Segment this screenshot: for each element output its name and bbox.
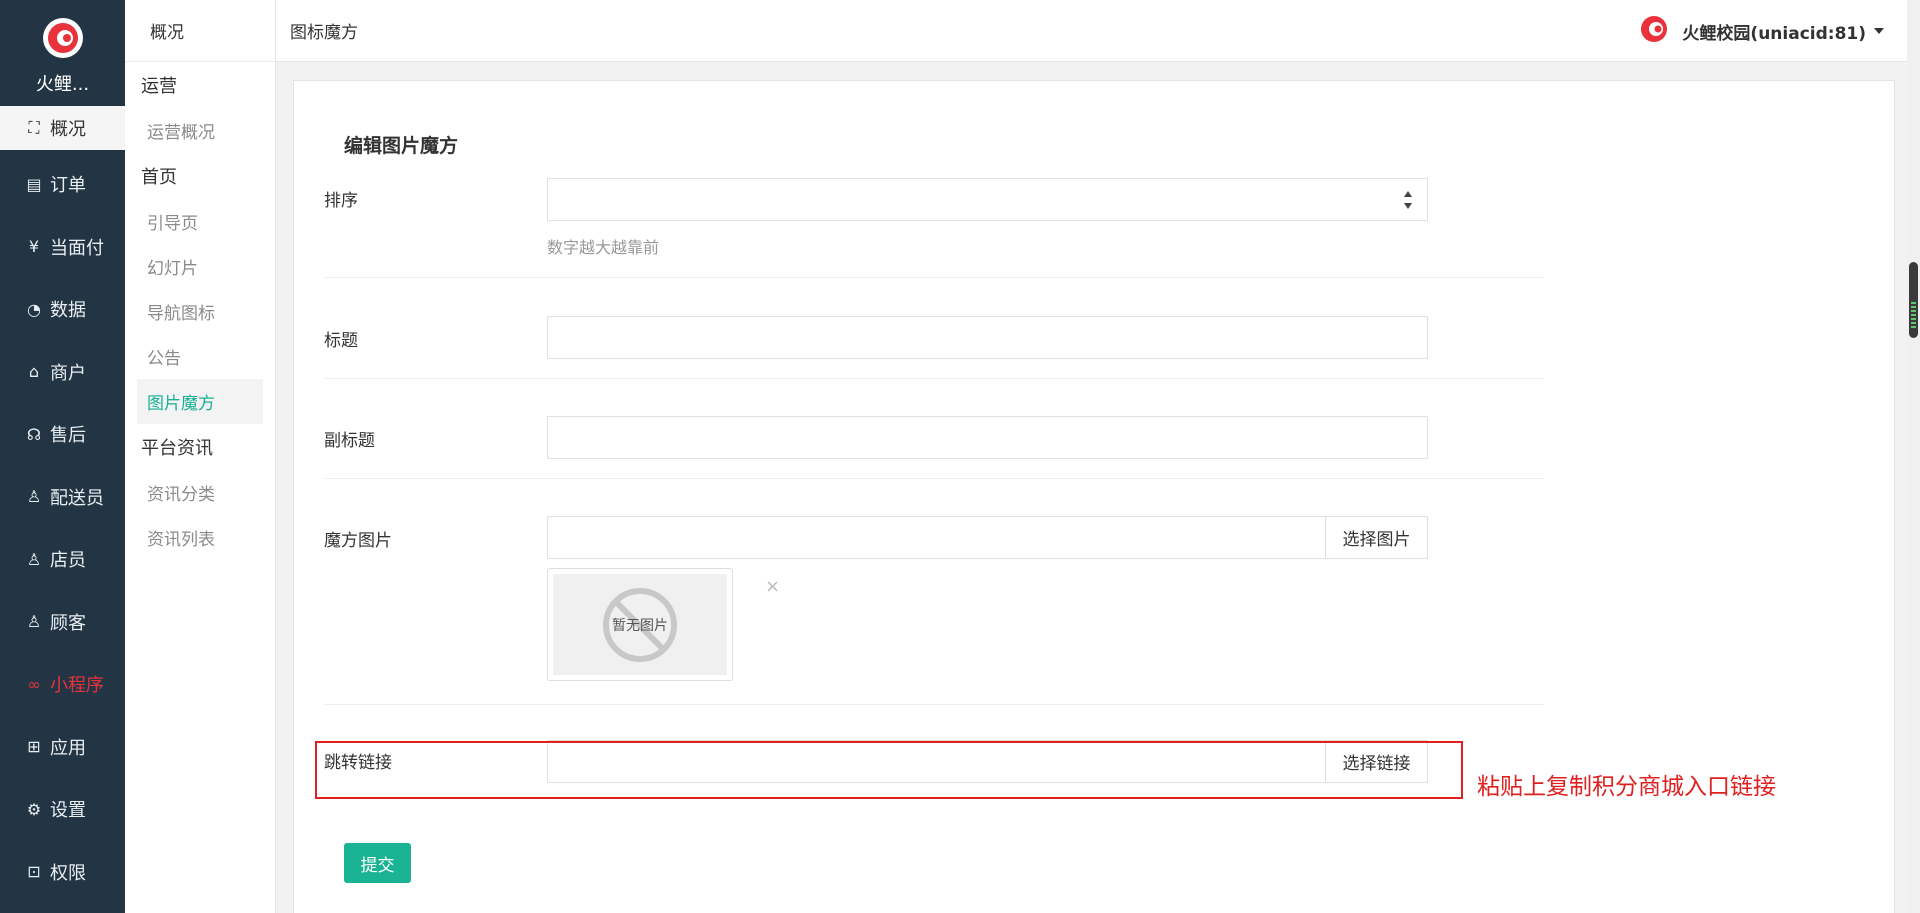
brand-name: 火鲤... xyxy=(35,74,90,95)
nav-item-label: 概况 xyxy=(50,119,86,140)
nav-item-customer[interactable]: ♙ 顾客 xyxy=(0,591,125,654)
clerk-icon: ♙ xyxy=(26,549,42,569)
no-image-text: 暂无图片 xyxy=(612,617,668,634)
title-label: 标题 xyxy=(324,331,358,351)
image-preview: 暂无图片 xyxy=(547,568,733,681)
chevron-down-icon xyxy=(1874,28,1884,34)
nav-item-label: 数据 xyxy=(50,300,86,322)
sort-help-text: 数字越大越靠前 xyxy=(547,238,660,257)
sort-input[interactable] xyxy=(547,178,1428,221)
scrollbar-thumb[interactable] xyxy=(1909,262,1918,338)
no-image-placeholder: 暂无图片 xyxy=(553,574,727,675)
store-icon: ⌂ xyxy=(28,362,40,382)
chart-icon: ◔ xyxy=(27,299,41,319)
nav-item-label: 订单 xyxy=(50,175,86,197)
form-row-subtitle: 副标题 xyxy=(324,416,1544,479)
nav-item-label: 店员 xyxy=(50,550,86,572)
brand[interactable]: 火鲤... xyxy=(0,0,125,106)
sort-label: 排序 xyxy=(324,191,358,211)
sub-item-slides[interactable]: 幻灯片 xyxy=(137,244,263,289)
form-row-title: 标题 xyxy=(324,316,1544,379)
subtitle-label: 副标题 xyxy=(324,431,375,451)
nav-item-courier[interactable]: ♙ 配送员 xyxy=(0,466,125,529)
nav-item-label: 应用 xyxy=(50,737,86,759)
nav-item-settings[interactable]: ⚙ 设置 xyxy=(0,778,125,841)
title-input[interactable] xyxy=(547,316,1428,359)
miniapp-icon: ∞ xyxy=(27,674,41,694)
primary-sidebar: 火鲤... ⛶ 概况 ▤ 订单 ¥ 当面付 ◔ 数据 ⌂ 商户 ☊ 售后 ♙ 配送员 ♙ 店员 … xyxy=(0,0,125,913)
apps-icon: ⊞ xyxy=(27,737,41,757)
nav-item-overview[interactable]: ⛶ 概况 xyxy=(0,106,125,150)
nav-item-label: 配送员 xyxy=(50,487,104,509)
headset-icon: ☊ xyxy=(26,424,42,444)
nav-item-label: 小程序 xyxy=(50,675,104,697)
user-menu[interactable]: 火鲤校园(uniacid:81) xyxy=(1640,0,1884,62)
nav-item-clerk[interactable]: ♙ 店员 xyxy=(0,528,125,591)
form-row-image: 魔方图片 选择图片 暂无图片 × xyxy=(324,516,1544,705)
nav-item-miniapp[interactable]: ∞ 小程序 xyxy=(0,653,125,716)
remove-image-icon[interactable]: × xyxy=(765,576,780,597)
nav-item-aftersale[interactable]: ☊ 售后 xyxy=(0,403,125,466)
brand-logo-icon xyxy=(42,18,83,58)
sub-item-nav-icons[interactable]: 导航图标 xyxy=(137,289,263,334)
nav-item-apps[interactable]: ⊞ 应用 xyxy=(0,716,125,779)
nav-item-label: 售后 xyxy=(50,425,86,447)
sub-item-image-cube[interactable]: 图片魔方 xyxy=(137,379,263,424)
yen-icon: ¥ xyxy=(28,237,40,257)
nav-item-label: 设置 xyxy=(50,800,86,822)
number-spinner-icon[interactable] xyxy=(1403,191,1413,209)
image-url-input[interactable] xyxy=(548,517,1325,558)
sub-item-news-category[interactable]: 资讯分类 xyxy=(137,470,263,515)
nav-item-label: 顾客 xyxy=(50,612,86,634)
select-image-button[interactable]: 选择图片 xyxy=(1325,517,1427,558)
sub-nav-title[interactable]: 概况 xyxy=(125,0,275,62)
nav-item-merchant[interactable]: ⌂ 商户 xyxy=(0,341,125,404)
nav-item-permission[interactable]: ⊡ 权限 xyxy=(0,841,125,904)
subtitle-input[interactable] xyxy=(547,416,1428,459)
courier-icon: ♙ xyxy=(26,487,42,507)
nav-item-order[interactable]: ▤ 订单 xyxy=(0,153,125,216)
annotation-highlight-box xyxy=(315,741,1463,799)
image-label: 魔方图片 xyxy=(324,531,392,551)
image-url-field: 选择图片 xyxy=(547,516,1428,559)
nav-item-data[interactable]: ◔ 数据 xyxy=(0,278,125,341)
lock-icon: ⊡ xyxy=(27,862,41,882)
page-title: 图标魔方 xyxy=(290,23,358,43)
scroll-grip-icon xyxy=(1911,302,1916,328)
nav-item-face-pay[interactable]: ¥ 当面付 xyxy=(0,216,125,279)
submit-button[interactable]: 提交 xyxy=(344,843,411,883)
overview-icon: ⛶ xyxy=(28,118,40,137)
nav-item-label: 权限 xyxy=(50,862,86,884)
user-name: 火鲤校园(uniacid:81) xyxy=(1682,23,1866,44)
user-logo-icon xyxy=(1640,15,1668,48)
sub-group-operation: 运营 xyxy=(141,76,177,97)
nav-item-label: 当面付 xyxy=(50,237,104,259)
sub-item-news-list[interactable]: 资讯列表 xyxy=(137,515,263,560)
nav-item-label: 商户 xyxy=(50,362,86,384)
sub-item-notice[interactable]: 公告 xyxy=(137,334,263,379)
annotation-note: 粘贴上复制积分商城入口链接 xyxy=(1477,774,1776,800)
sub-item-operation-overview[interactable]: 运营概况 xyxy=(137,108,263,153)
sub-group-home: 首页 xyxy=(141,167,177,188)
form-row-sort: 排序 数字越大越靠前 xyxy=(324,178,1544,278)
gear-icon: ⚙ xyxy=(26,799,42,819)
form-title: 编辑图片魔方 xyxy=(344,135,459,157)
secondary-sidebar: 概况 运营 运营概况 首页 引导页 幻灯片 导航图标 公告 图片魔方 平台资讯 … xyxy=(125,0,276,913)
scrollbar[interactable] xyxy=(1907,0,1920,913)
top-header: 图标魔方 火鲤校园(uniacid:81) xyxy=(276,0,1920,62)
sub-group-platform-news: 平台资讯 xyxy=(141,438,213,459)
order-icon: ▤ xyxy=(26,174,42,194)
customer-icon: ♙ xyxy=(26,612,42,632)
sub-item-guide-page[interactable]: 引导页 xyxy=(137,199,263,244)
